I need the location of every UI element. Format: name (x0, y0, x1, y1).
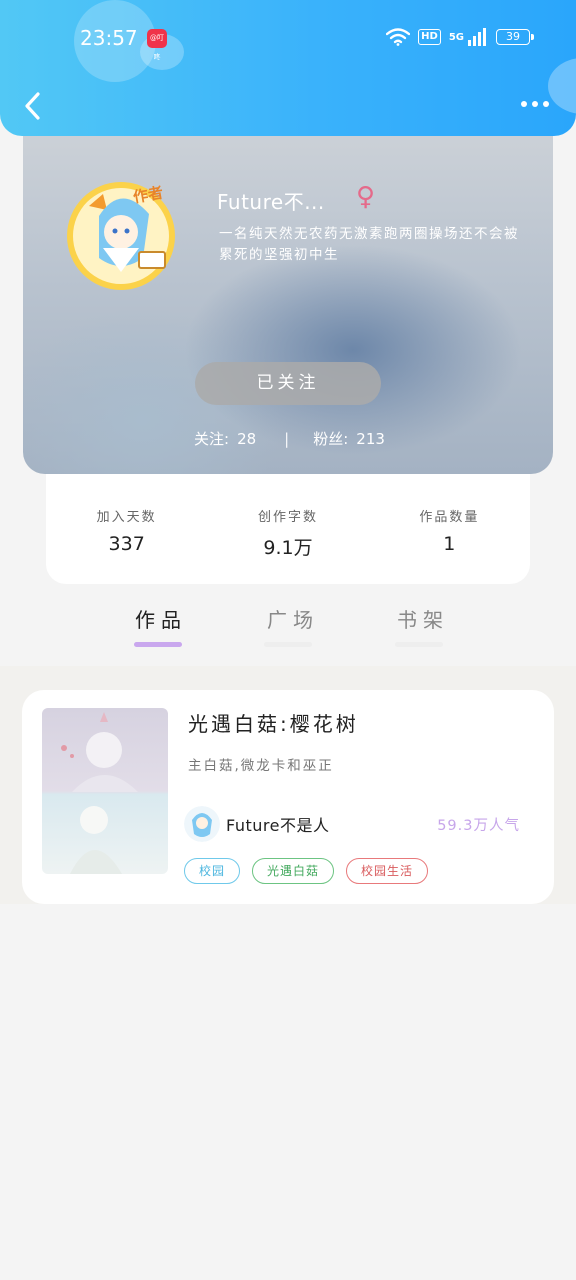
popularity-count: 59.3万人气 (437, 818, 520, 834)
author-avatar-small (184, 806, 220, 842)
author-name: Future不是人 (226, 816, 330, 835)
battery-indicator: 39 (496, 29, 534, 45)
tag-chip[interactable]: 校园 (184, 858, 241, 884)
status-time: 23:57 (80, 26, 138, 50)
top-header: 23:57 @叮咚 HD 5G 39 (0, 0, 576, 136)
stat-value: 9.1万 (263, 537, 313, 559)
book-title[interactable]: 光遇白菇:樱花树 (188, 708, 359, 737)
following-label: 关注: (194, 430, 230, 448)
profile-card: 作者 Future不... ♀ 一名纯天然无农药无激素跑两圈操场还不会被累死的坚… (23, 120, 553, 474)
tab-works[interactable]: 作品 (135, 604, 187, 633)
tab-square[interactable]: 广场 (267, 604, 319, 633)
tag-chip[interactable]: 光遇白菇 (252, 858, 335, 884)
tab-indicator-active (134, 642, 182, 647)
author-bio: 一名纯天然无农药无激素跑两圈操场还不会被累死的坚强初中生 (219, 226, 519, 263)
followed-button[interactable]: 已关注 (195, 362, 381, 405)
stat-join-days: 加入天数 337 (46, 474, 207, 584)
author-avatar[interactable]: 作者 (63, 176, 183, 296)
author-nickname: Future不... (217, 190, 325, 214)
back-button[interactable] (18, 88, 48, 124)
network-type: 5G (448, 31, 464, 43)
chevron-left-icon (25, 92, 40, 120)
more-button[interactable] (520, 92, 550, 116)
fans-count[interactable]: 213 (356, 430, 385, 448)
signal-icon (468, 28, 486, 46)
works-list: 光遇白菇:樱花树 主白菇,微龙卡和巫正 Future不是人 59.3万人气 校园… (0, 666, 576, 904)
stat-label: 作品数量 (419, 510, 480, 525)
notification-app-icon: @叮咚 (147, 29, 167, 61)
stat-label: 创作字数 (257, 510, 318, 525)
stat-value: 337 (108, 533, 145, 555)
female-icon: ♀ (356, 182, 376, 212)
book-cover[interactable] (42, 708, 168, 874)
more-dots-icon (521, 101, 549, 107)
tab-bar: 作品 广场 书架 (0, 600, 576, 660)
stat-value: 1 (443, 533, 456, 555)
book-author[interactable]: Future不是人 (184, 806, 329, 842)
hd-icon: HD (418, 29, 441, 45)
stat-word-count: 创作字数 9.1万 (207, 474, 368, 584)
follow-counts: 关注: 28 | 粉丝: 213 (194, 428, 385, 449)
stats-card: 加入天数 337 创作字数 9.1万 作品数量 1 (46, 474, 530, 584)
book-tags: 校园 光遇白菇 校园生活 (184, 858, 429, 884)
tab-indicator (264, 642, 312, 647)
tab-bookshelf[interactable]: 书架 (397, 604, 449, 633)
avatar-image (67, 182, 175, 290)
following-count[interactable]: 28 (237, 430, 256, 448)
decor-bubble (548, 58, 576, 114)
stat-label: 加入天数 (96, 510, 157, 525)
wifi-icon (386, 28, 411, 46)
book-card[interactable]: 光遇白菇:樱花树 主白菇,微龙卡和巫正 Future不是人 59.3万人气 校园… (22, 690, 554, 904)
tab-indicator (395, 642, 443, 647)
divider: | (284, 429, 290, 448)
stat-works-count: 作品数量 1 (369, 474, 530, 584)
cover-illustration (61, 712, 138, 874)
book-description: 主白菇,微龙卡和巫正 (188, 758, 334, 774)
status-icons: HD 5G 39 (386, 28, 534, 46)
fans-label: 粉丝: (313, 430, 349, 448)
tag-chip[interactable]: 校园生活 (346, 858, 429, 884)
